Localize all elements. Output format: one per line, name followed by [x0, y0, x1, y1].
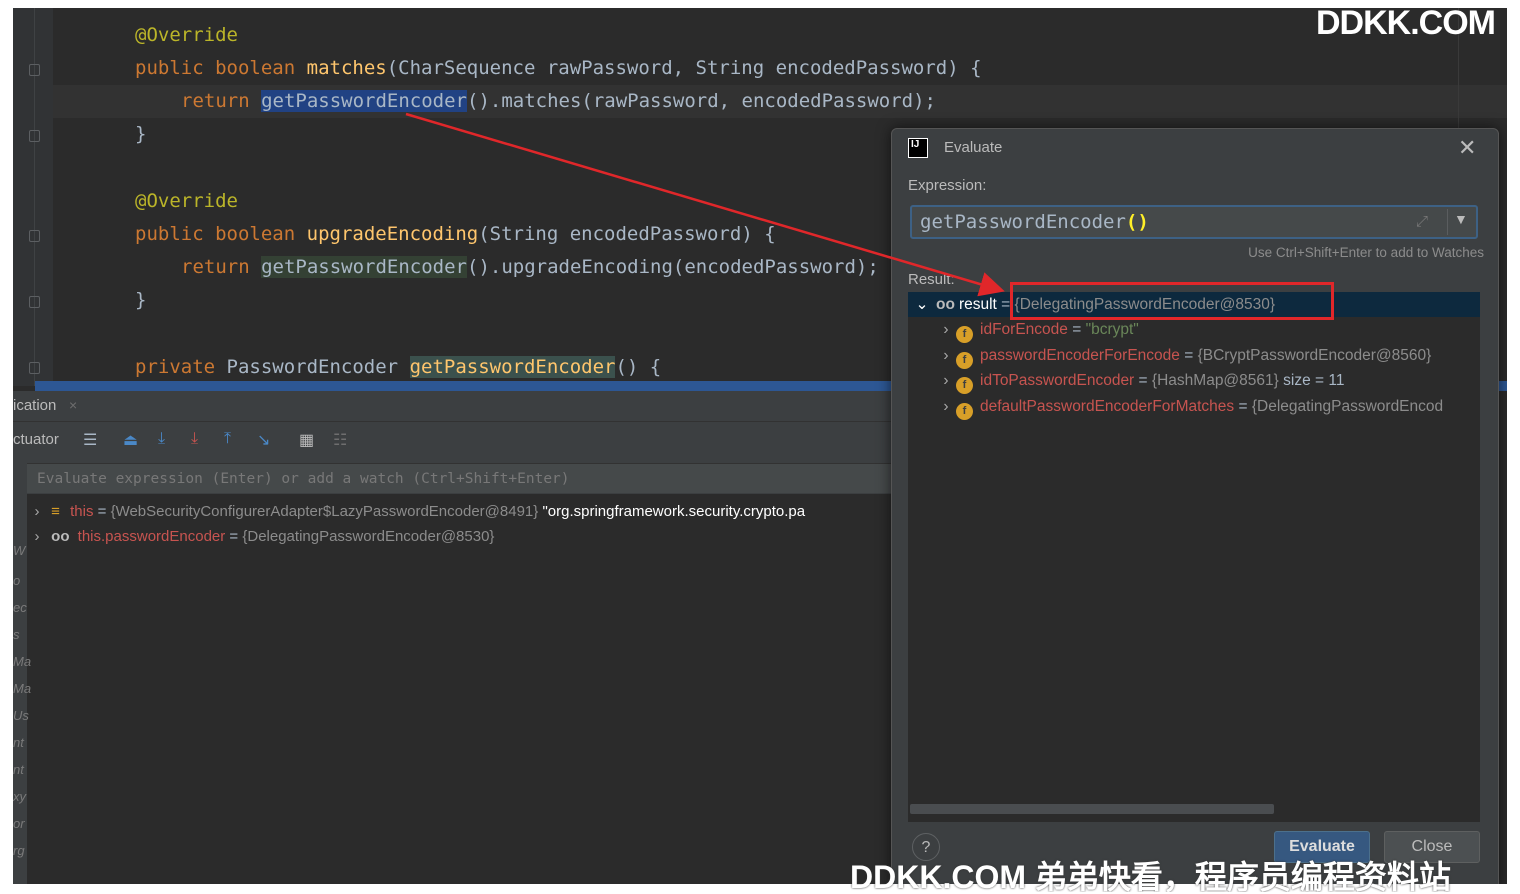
- watermark-bottom: DDKK.COM 弟弟快看，程序员编程资料站: [850, 859, 1451, 892]
- watermark-top: DDKK.COM: [1316, 4, 1496, 42]
- arrow-annotation: [405, 112, 1005, 297]
